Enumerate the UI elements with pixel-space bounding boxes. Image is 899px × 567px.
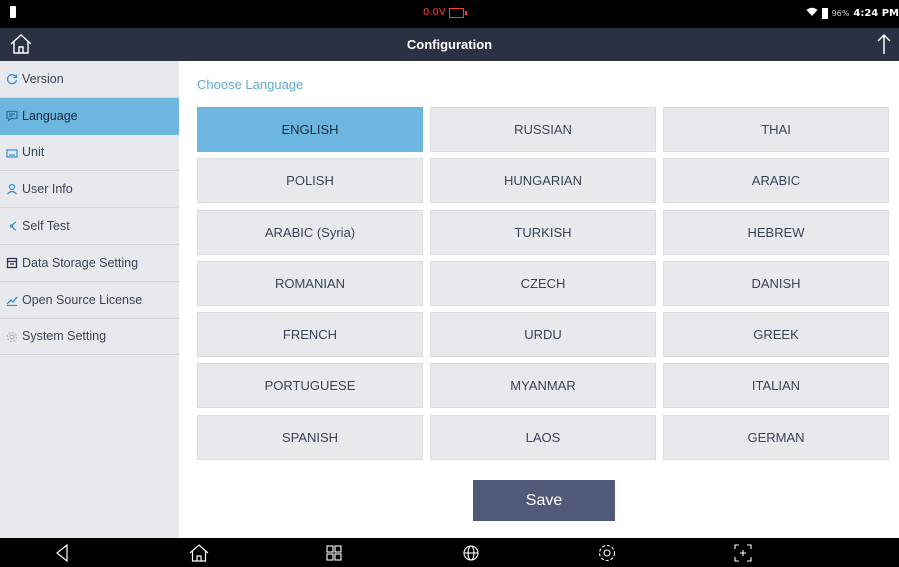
home-icon[interactable] [188,542,210,564]
sidebar-item-open-source[interactable]: Open Source License [0,282,179,319]
voltage-value: 0.0V [423,7,446,18]
sidebar: Version Language Unit User Info Self Tes… [0,61,179,538]
clock: 4:24 PM [853,8,899,19]
battery-percent: 96% [831,9,850,18]
save-button[interactable]: Save [473,480,615,521]
page-title: Configuration [406,37,493,52]
section-heading: Choose Language [197,77,304,92]
language-option[interactable]: TURKISH [430,209,656,255]
sidebar-item-label: System Setting [22,329,107,344]
gear-icon [6,331,18,343]
main-panel: Choose Language ENGLISH RUSSIAN THAI POL… [179,61,899,538]
language-option[interactable]: ITALIAN [663,363,889,409]
language-option[interactable]: GERMAN [663,414,889,460]
language-option[interactable]: POLISH [197,158,423,204]
language-option[interactable]: ARABIC [663,158,889,204]
browser-icon[interactable] [460,542,482,564]
language-option[interactable]: SPANISH [197,414,423,460]
language-option[interactable]: PORTUGUESE [197,363,423,409]
battery-icon [821,8,828,19]
language-option[interactable]: URDU [430,312,656,358]
recent-apps-icon[interactable] [323,542,345,564]
storage-icon [6,257,18,269]
language-option[interactable]: FRENCH [197,312,423,358]
status-bar: 0.0V 96% 4:24 PM [0,0,899,28]
language-option[interactable]: DANISH [663,260,889,306]
settings-icon[interactable] [596,542,618,564]
language-option[interactable]: ROMANIAN [197,260,423,306]
screenshot-icon[interactable] [732,542,754,564]
notification-icon [10,6,16,18]
language-option[interactable]: ARABIC (Syria) [197,209,423,255]
sidebar-item-label: Open Source License [22,292,143,307]
sidebar-item-label: Self Test [22,219,70,234]
sidebar-item-label: Language [22,108,78,123]
voltage-indicator: 0.0V [423,7,467,18]
license-icon [6,294,18,306]
wifi-icon [806,7,818,20]
keyboard-icon [6,147,18,159]
sidebar-item-language[interactable]: Language [0,97,179,135]
navigation-bar [0,538,899,567]
back-icon[interactable] [52,542,74,564]
sidebar-item-label: Version [22,71,64,86]
language-option[interactable]: CZECH [430,260,656,306]
language-option[interactable]: ENGLISH [197,107,423,152]
chat-icon [6,110,18,122]
sidebar-item-user-info[interactable]: User Info [0,171,179,209]
car-battery-icon [448,7,467,18]
sidebar-item-unit[interactable]: Unit [0,135,179,172]
language-option[interactable]: GREEK [663,312,889,358]
sidebar-item-label: Unit [22,145,45,160]
sidebar-item-label: User Info [22,182,73,197]
status-right: 96% 4:24 PM [806,7,899,20]
language-option[interactable]: HEBREW [663,209,889,255]
title-bar: Configuration [0,28,899,61]
language-option[interactable]: HUNGARIAN [430,158,656,204]
language-option[interactable]: THAI [663,107,889,152]
sidebar-item-version[interactable]: Version [0,61,179,98]
language-grid: ENGLISH RUSSIAN THAI POLISH HUNGARIAN AR… [197,107,889,460]
language-option[interactable]: MYANMAR [430,363,656,409]
sidebar-item-system-setting[interactable]: System Setting [0,319,179,356]
sidebar-item-data-storage[interactable]: Data Storage Setting [0,245,179,282]
user-icon [6,183,18,195]
language-option[interactable]: RUSSIAN [430,107,656,152]
signal-icon [6,220,18,232]
language-option[interactable]: LAOS [430,414,656,460]
sidebar-item-label: Data Storage Setting [22,255,139,270]
upload-icon[interactable] [875,32,893,56]
refresh-icon [6,73,18,85]
sidebar-item-self-test[interactable]: Self Test [0,208,179,245]
